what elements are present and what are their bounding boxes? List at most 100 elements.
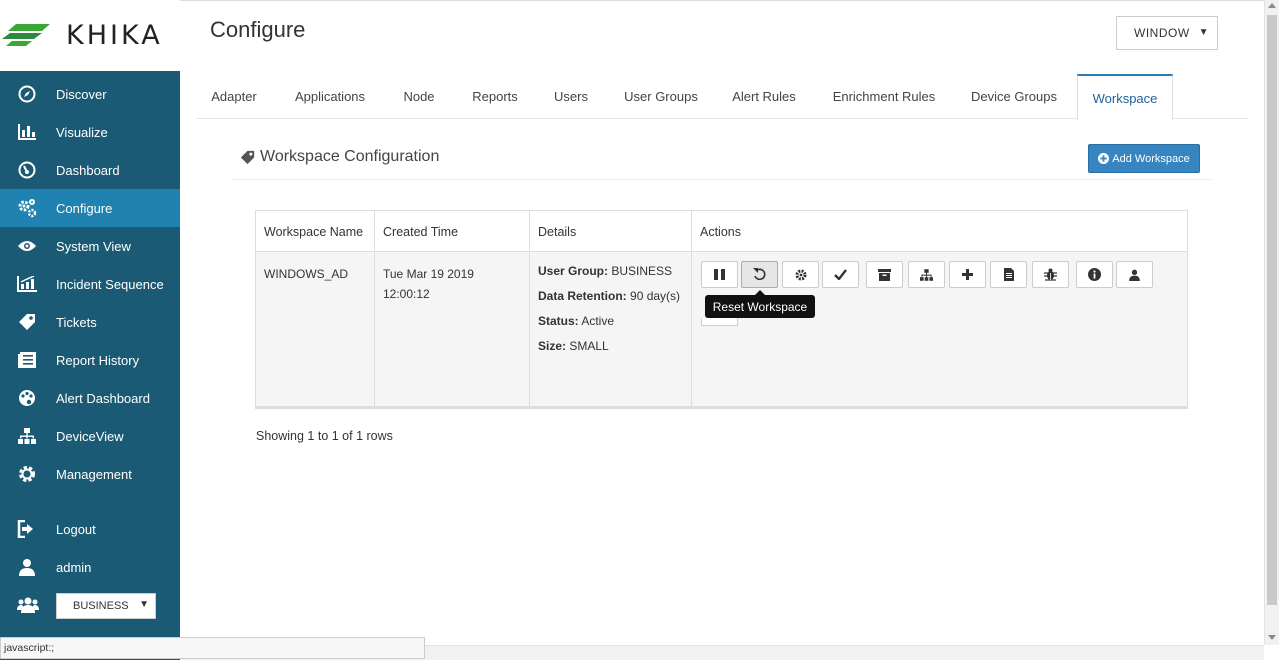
detail-label: Size:	[538, 339, 567, 353]
sidebar-item-tickets[interactable]: Tickets	[0, 303, 180, 341]
app-root: KHIKA Discover Visualize Dashboard Confi…	[0, 0, 1279, 660]
add-button[interactable]	[949, 261, 986, 288]
sidebar-item-discover[interactable]: Discover	[0, 75, 180, 113]
sidebar-item-system-view[interactable]: System View	[0, 227, 180, 265]
scroll-down-arrow-icon[interactable]	[1268, 635, 1276, 640]
user-icon	[17, 557, 37, 577]
sidebar-item-alert-dashboard[interactable]: Alert Dashboard	[0, 379, 180, 417]
cell-details: User Group: BUSINESS Data Retention: 90 …	[530, 252, 692, 408]
compass-icon	[17, 84, 37, 104]
settings-button[interactable]	[782, 261, 819, 288]
table-row: WINDOWS_AD Tue Mar 19 2019 12:00:12 User…	[256, 252, 1187, 408]
detail-label: Data Retention:	[538, 289, 627, 303]
browser-status-bar: javascript:;	[0, 637, 425, 659]
tab-workspace[interactable]: Workspace	[1077, 74, 1173, 120]
gear-icon	[795, 269, 806, 280]
sidebar-item-dashboard[interactable]: Dashboard	[0, 151, 180, 189]
sidebar-item-incident-sequence[interactable]: Incident Sequence	[0, 265, 180, 303]
report-button[interactable]	[990, 261, 1027, 288]
sidebar-item-logout[interactable]: Logout	[0, 510, 180, 548]
palette-icon	[17, 388, 37, 408]
tooltip: Reset Workspace	[705, 290, 815, 318]
tab-node[interactable]: Node	[403, 74, 435, 119]
validate-button[interactable]	[822, 261, 859, 288]
chevron-down-icon: ▼	[139, 599, 149, 610]
tab-user-groups[interactable]: User Groups	[624, 74, 698, 119]
sidebar-item-label: Configure	[56, 200, 113, 216]
sidebar-item-deviceview[interactable]: DeviceView	[0, 417, 180, 455]
cell-actions	[692, 252, 1187, 408]
cell-created-time: Tue Mar 19 2019 12:00:12	[375, 252, 530, 408]
brand-logo[interactable]: KHIKA	[0, 0, 180, 71]
pause-button[interactable]	[701, 261, 738, 288]
table-header: Workspace Name Created Time Details Acti…	[256, 211, 1187, 252]
tab-users[interactable]: Users	[554, 74, 588, 119]
column-header-details[interactable]: Details	[530, 211, 692, 252]
detail-label: User Group:	[538, 264, 609, 278]
page-title: Configure	[210, 17, 306, 42]
sitemap-icon	[920, 268, 933, 281]
column-header-workspace-name[interactable]: Workspace Name	[256, 211, 375, 252]
tag-icon	[17, 312, 37, 332]
bug-icon	[1044, 268, 1057, 281]
detail-retention: 90 day(s)	[630, 289, 681, 303]
sidebar-item-admin[interactable]: admin	[0, 548, 180, 586]
sidebar-item-visualize[interactable]: Visualize	[0, 113, 180, 151]
group-select[interactable]: BUSINESS ▼	[56, 593, 156, 619]
detail-size: SMALL	[569, 339, 609, 353]
detail-label: Status:	[538, 314, 579, 328]
sidebar-item-label: Discover	[56, 86, 107, 102]
sidebar-item-label: System View	[56, 238, 131, 254]
info-button[interactable]	[1076, 261, 1113, 288]
detail-user-group: BUSINESS	[611, 264, 673, 278]
sidebar: Discover Visualize Dashboard Configure S…	[0, 71, 180, 660]
tab-alert-rules[interactable]: Alert Rules	[732, 74, 796, 119]
sidebar-item-label: Dashboard	[56, 162, 120, 178]
sidebar-item-label: Tickets	[56, 314, 97, 330]
tag-icon	[240, 150, 255, 164]
scroll-up-arrow-icon[interactable]	[1268, 3, 1276, 8]
group-select-value: BUSINESS	[73, 600, 129, 612]
add-workspace-button[interactable]: Add Workspace	[1088, 144, 1200, 173]
sidebar-item-report-history[interactable]: Report History	[0, 341, 180, 379]
check-icon	[834, 269, 847, 280]
tab-reports[interactable]: Reports	[471, 74, 519, 119]
scroll-thumb[interactable]	[1267, 15, 1277, 605]
sitemap-icon	[17, 426, 37, 446]
cogs-icon	[17, 198, 37, 218]
file-icon	[1003, 268, 1014, 281]
tab-enrichment-rules[interactable]: Enrichment Rules	[832, 74, 936, 119]
sidebar-item-configure[interactable]: Configure	[0, 189, 180, 227]
tab-adapter[interactable]: Adapter	[210, 74, 258, 119]
eye-icon	[17, 236, 37, 256]
tab-device-groups[interactable]: Device Groups	[971, 74, 1057, 119]
created-time: 12:00:12	[383, 287, 430, 301]
sidebar-item-management[interactable]: Management	[0, 455, 180, 493]
column-header-actions[interactable]: Actions	[692, 211, 1187, 252]
hierarchy-button[interactable]	[908, 261, 945, 288]
section-title-text: Workspace Configuration	[260, 148, 440, 165]
sidebar-item-label: Management	[56, 466, 132, 482]
sidebar-item-label: Alert Dashboard	[56, 390, 150, 406]
workspace-select[interactable]: WINDOW ▼	[1116, 16, 1218, 50]
cell-workspace-name: WINDOWS_AD	[256, 252, 375, 408]
tab-applications[interactable]: Applications	[293, 74, 367, 119]
pause-icon	[714, 269, 725, 280]
pagination-info: Showing 1 to 1 of 1 rows	[256, 429, 393, 443]
info-icon	[1088, 268, 1101, 281]
logo-mark-icon	[2, 24, 50, 46]
add-workspace-label: Add Workspace	[1112, 152, 1190, 165]
vertical-scrollbar[interactable]	[1264, 0, 1279, 645]
detail-status: Active	[581, 314, 615, 328]
tab-bar: Adapter Applications Node Reports Users …	[196, 74, 1248, 120]
action-button-wrapped[interactable]	[701, 318, 738, 326]
column-header-created-time[interactable]: Created Time	[375, 211, 530, 252]
reset-workspace-button[interactable]	[741, 261, 778, 288]
gear-icon	[17, 464, 37, 484]
assign-user-button[interactable]	[1116, 261, 1153, 288]
debug-button[interactable]	[1032, 261, 1069, 288]
sidebar-item-label: Incident Sequence	[56, 276, 164, 292]
archive-button[interactable]	[866, 261, 903, 288]
archive-icon	[878, 268, 891, 281]
users-group-icon	[17, 597, 39, 618]
